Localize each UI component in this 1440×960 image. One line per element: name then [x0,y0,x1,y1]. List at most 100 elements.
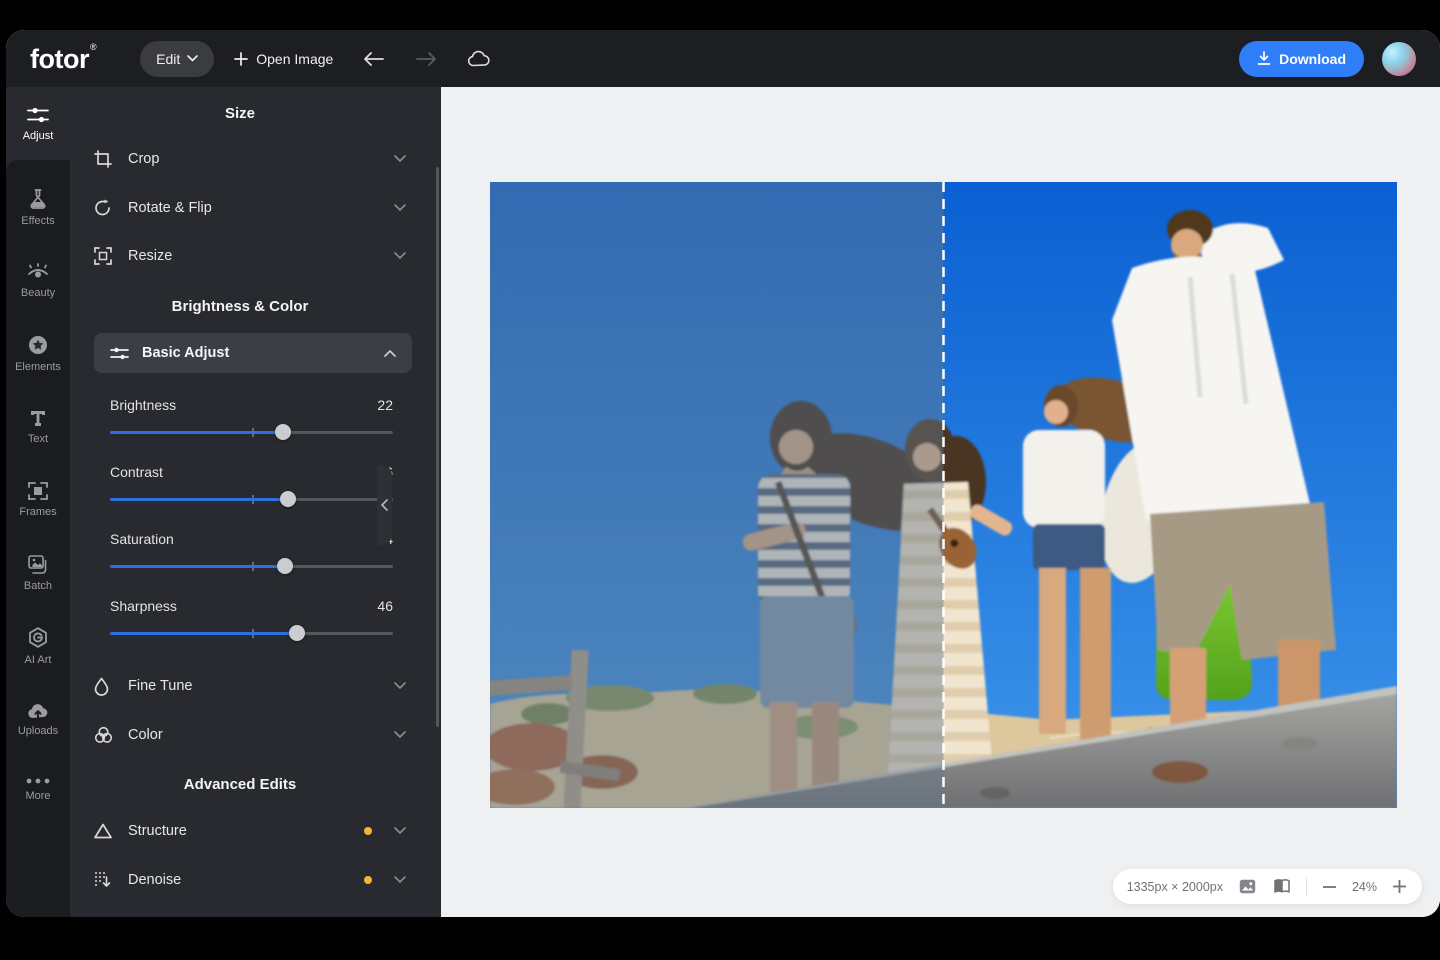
download-icon [1257,51,1271,66]
registered-mark: ® [90,42,96,52]
sidebar-item-frames[interactable]: Frames [6,465,70,535]
eye-icon [27,263,49,281]
panel-scrollbar[interactable] [436,167,439,727]
main-area: Adjust Effects Beauty Elements [6,87,1440,917]
slider-track[interactable] [110,431,393,434]
logo-text: fotor [30,44,89,74]
flask-icon [29,189,47,209]
sidebar-item-ai-art[interactable]: AI Art [6,611,70,681]
panel-item-structure[interactable]: Structure [94,809,406,853]
chevron-down-icon [394,682,406,690]
sidebar-item-label: More [25,790,50,802]
basic-adjust-header[interactable]: Basic Adjust [94,333,412,373]
chevron-up-icon [384,349,396,357]
open-image-label: Open Image [256,51,333,67]
cloud-save-button[interactable] [467,50,491,67]
redo-button[interactable] [415,51,437,67]
sidebar-item-text[interactable]: Text [6,392,70,462]
image-info-button[interactable] [1237,879,1258,894]
modified-dot [364,827,372,835]
fotor-logo[interactable]: fotor® [30,42,96,75]
slider-fill [110,565,285,568]
arrow-left-icon [363,51,385,67]
slider-track[interactable] [110,632,393,635]
sidebar-item-effects[interactable]: Effects [6,173,70,243]
sidebar-item-label: Elements [15,361,61,373]
panel-item-label: Resize [128,248,394,264]
chevron-down-icon [394,204,406,212]
text-icon [29,409,47,427]
image-icon [1239,879,1256,894]
chevron-down-icon [394,731,406,739]
panel-item-denoise[interactable]: Denoise [94,858,406,902]
slider-fill [110,431,283,434]
cloud-upload-icon [27,702,49,719]
edited-photo[interactable] [490,182,1397,808]
color-circles-icon [94,726,114,744]
panel-item-label: Fine Tune [128,678,394,694]
slider-contrast: Contrast 26 [110,464,393,501]
topbar: fotor® Edit Open Image [6,30,1440,87]
droplet-icon [94,677,114,696]
zoom-level: 24% [1352,880,1377,894]
avatar[interactable] [1382,42,1416,76]
sidebar-item-label: Uploads [18,725,58,737]
slider-value: 22 [377,397,393,413]
denoise-icon [94,871,114,889]
slider-thumb[interactable] [277,558,293,574]
panel-item-resize[interactable]: Resize [94,234,406,278]
panel-item-color[interactable]: Color [94,713,406,757]
panel-item-crop[interactable]: Crop [94,137,406,181]
zoom-in-button[interactable] [1391,880,1408,893]
chevron-down-icon [394,827,406,835]
slider-track[interactable] [110,565,393,568]
chevron-down-icon [394,155,406,163]
sidebar-item-batch[interactable]: Batch [6,538,70,608]
slider-label: Saturation [110,531,174,547]
compare-view-button[interactable] [1272,879,1292,894]
slider-sharpness: Sharpness 46 [110,598,393,635]
panel-item-label: Rotate & Flip [128,200,394,216]
canvas-area: 1335px × 2000px 24% [441,87,1440,917]
sidebar-item-adjust[interactable]: Adjust [6,89,70,159]
zoom-out-button[interactable] [1321,886,1338,888]
download-label: Download [1279,51,1346,67]
sidebar-item-more[interactable]: More [6,755,70,825]
plus-icon [1393,880,1406,893]
slider-thumb[interactable] [280,491,296,507]
compare-icon [1274,879,1290,894]
image-dimensions: 1335px × 2000px [1127,880,1223,894]
chevron-left-icon [381,499,388,511]
edit-menu-label: Edit [156,51,180,67]
rotate-icon [94,199,114,217]
crop-icon [94,150,114,168]
panel-item-rotate-flip[interactable]: Rotate & Flip [94,186,406,230]
slider-track[interactable] [110,498,393,501]
panel-item-label: Color [128,727,394,743]
before-after-left-overlay [490,182,944,808]
section-title-brightness-color: Brightness & Color [70,298,410,315]
plus-icon [234,52,248,66]
edit-menu-button[interactable]: Edit [140,41,214,77]
frame-icon [28,482,48,500]
panel-item-label: Structure [128,823,364,839]
slider-thumb[interactable] [275,424,291,440]
panel-item-label: Denoise [128,872,364,888]
open-image-button[interactable]: Open Image [234,51,333,67]
download-button[interactable]: Download [1239,41,1364,77]
panel-collapse-handle[interactable] [377,465,392,545]
chevron-down-icon [187,55,198,62]
slider-thumb[interactable] [289,625,305,641]
undo-button[interactable] [363,51,385,67]
chevron-down-icon [394,252,406,260]
sidebar-item-elements[interactable]: Elements [6,319,70,389]
canvas-statusbar: 1335px × 2000px 24% [1113,869,1422,904]
sidebar-item-label: Frames [19,506,56,518]
panel-item-fine-tune[interactable]: Fine Tune [94,664,406,708]
sidebar-item-beauty[interactable]: Beauty [6,246,70,316]
sidebar-item-label: Batch [24,580,52,592]
statusbar-divider [1306,878,1307,896]
more-dots-icon [26,778,50,784]
slider-fill [110,498,288,501]
sidebar-item-uploads[interactable]: Uploads [6,684,70,754]
